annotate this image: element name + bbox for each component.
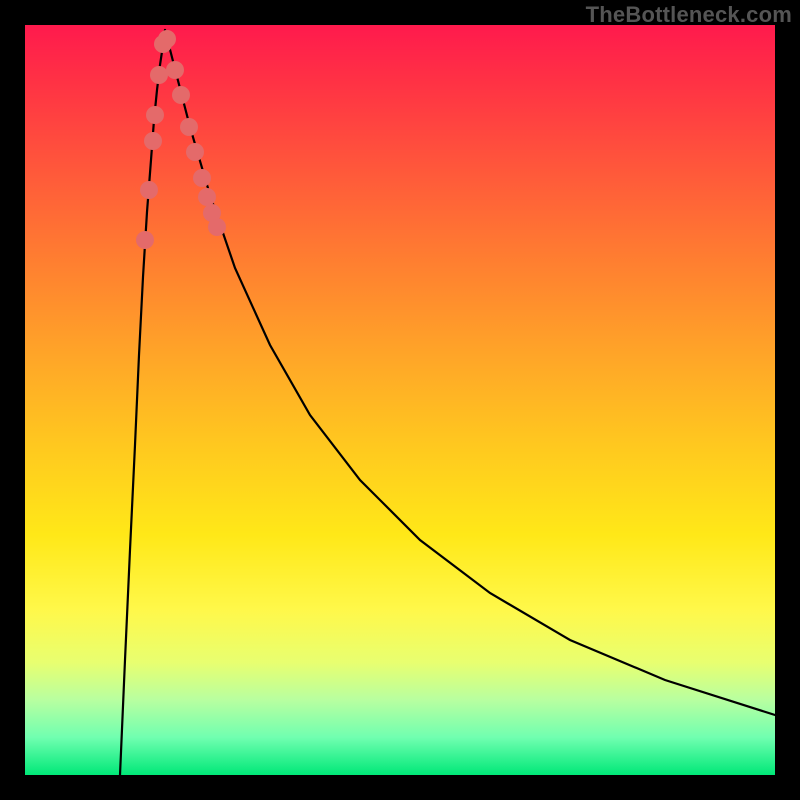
curve-right-branch: [165, 30, 775, 715]
chart-frame: TheBottleneck.com: [0, 0, 800, 800]
highlight-dot: [146, 106, 164, 124]
highlight-dot: [140, 181, 158, 199]
marker-group: [136, 30, 226, 249]
highlight-dot: [198, 188, 216, 206]
highlight-dot: [193, 169, 211, 187]
highlight-dot: [180, 118, 198, 136]
highlight-dot: [166, 61, 184, 79]
chart-svg: [25, 25, 775, 775]
highlight-dot: [186, 143, 204, 161]
highlight-dot: [172, 86, 190, 104]
highlight-dot: [144, 132, 162, 150]
highlight-dot: [150, 66, 168, 84]
highlight-dot: [158, 30, 176, 48]
plot-area: [25, 25, 775, 775]
highlight-dot: [208, 218, 226, 236]
highlight-dot: [136, 231, 154, 249]
